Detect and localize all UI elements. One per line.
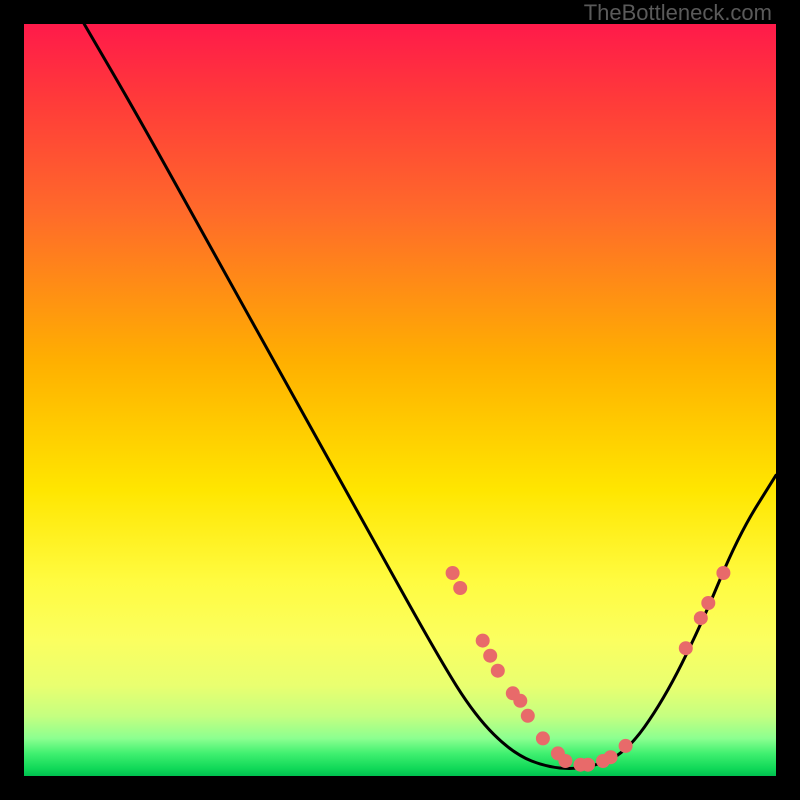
data-point [716,566,730,580]
data-point [536,731,550,745]
chart-svg [24,24,776,776]
data-point [558,754,572,768]
data-point [679,641,693,655]
data-point [521,709,535,723]
data-point [483,649,497,663]
data-point [694,611,708,625]
curve-line [84,24,776,769]
bottleneck-curve [84,24,776,769]
data-point [581,758,595,772]
data-point [701,596,715,610]
data-point [446,566,460,580]
chart-frame [24,24,776,776]
data-markers [446,566,731,772]
data-point [619,739,633,753]
watermark-text: TheBottleneck.com [584,0,772,26]
data-point [476,634,490,648]
data-point [453,581,467,595]
data-point [491,664,505,678]
data-point [604,750,618,764]
plot-area [24,24,776,776]
data-point [513,694,527,708]
